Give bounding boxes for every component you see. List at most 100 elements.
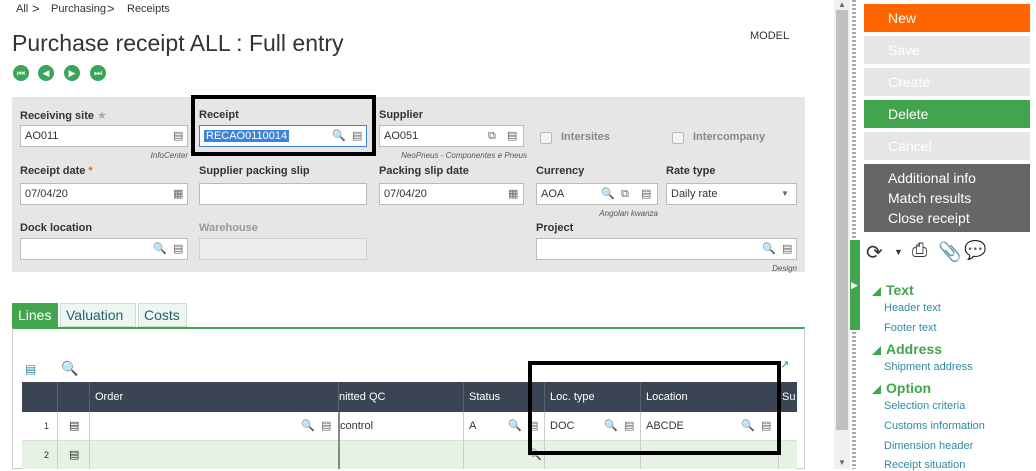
chevron-down-icon[interactable]: ▼ (894, 247, 903, 257)
tab-costs[interactable]: Costs (138, 303, 187, 327)
footer-text-link[interactable]: Footer text (884, 322, 937, 334)
breadcrumb-receipts[interactable]: Receipts (127, 3, 170, 15)
section-address[interactable]: Address (886, 341, 942, 357)
detail-icon[interactable]: ▤ (173, 242, 183, 256)
search-icon[interactable]: 🔍 (508, 412, 522, 441)
detail-icon[interactable]: ▤ (173, 129, 183, 143)
main-content: All > Purchasing > Receipts Purchase rec… (0, 0, 834, 469)
dock-location-field[interactable]: 🔍 ▤ (20, 238, 188, 260)
chevron-down-icon[interactable]: ▼ (781, 187, 789, 201)
expand-icon[interactable]: ↗ (780, 358, 789, 371)
breadcrumb-all[interactable]: All (16, 3, 28, 15)
receipt-situation-link[interactable]: Receipt situation (884, 459, 965, 471)
receipt-date-field[interactable]: 07/04/20 ▦ (20, 183, 188, 205)
search-icon[interactable]: 🔍 (741, 412, 755, 441)
status-cell[interactable]: 🔍 (463, 441, 544, 469)
section-option[interactable]: Option (886, 380, 931, 396)
dimension-header-link[interactable]: Dimension header (884, 440, 973, 452)
cancel-button[interactable]: Cancel (864, 132, 1030, 160)
qc-cell[interactable] (338, 441, 463, 469)
collapse-arrow-icon[interactable]: ▶ (851, 280, 858, 291)
calendar-icon[interactable]: ▦ (173, 187, 183, 201)
qc-cell[interactable]: control (338, 412, 463, 441)
search-icon[interactable]: 🔍 (762, 242, 776, 256)
delete-button[interactable]: Delete (864, 100, 1030, 128)
detail-icon[interactable]: ▤ (641, 187, 651, 201)
currency-field[interactable]: AOA 🔍 ⧉ ▤ (536, 183, 658, 205)
grid-header-status[interactable]: Status (463, 382, 544, 412)
search-icon[interactable]: 🔍 (601, 187, 615, 201)
new-button[interactable]: New (864, 4, 1030, 32)
row-detail-icon[interactable]: ▤ (57, 412, 89, 441)
su-cell[interactable] (778, 412, 797, 441)
search-icon[interactable]: 🔍 (528, 441, 542, 469)
shipment-address-link[interactable]: Shipment address (884, 361, 973, 373)
rate-type-select[interactable]: Daily rate ▼ (666, 183, 797, 205)
grid-search-icon[interactable]: 🔍 (61, 360, 78, 377)
receiving-site-field[interactable]: AO011 ▤ (20, 125, 188, 147)
match-results-link[interactable]: Match results (888, 190, 971, 206)
comment-icon[interactable]: 💬 (964, 240, 986, 261)
detail-icon[interactable]: ▤ (782, 242, 792, 256)
close-receipt-link[interactable]: Close receipt (888, 210, 970, 226)
detail-icon[interactable]: ▤ (507, 129, 517, 143)
order-cell[interactable] (89, 441, 338, 469)
location-cell[interactable] (640, 441, 778, 469)
tunnel-icon[interactable]: ⧉ (488, 129, 496, 143)
intercompany-checkbox[interactable] (672, 132, 684, 144)
calendar-icon[interactable]: ▦ (508, 187, 518, 201)
table-row[interactable]: 1 ▤ 🔍 ▤ control A 🔍 ▤ DOC 🔍 ▤ ABCDE 🔍 ▤ (22, 412, 797, 441)
detail-icon[interactable]: ▤ (761, 412, 771, 441)
previous-record-icon[interactable]: ◀ (38, 65, 54, 81)
detail-icon[interactable]: ▤ (321, 412, 331, 441)
grid-header-su[interactable]: Su (778, 382, 797, 412)
print-icon[interactable]: ⎙ (912, 240, 927, 262)
panel-divider[interactable] (852, 0, 856, 469)
order-cell[interactable]: 🔍 ▤ (89, 412, 338, 441)
intersites-checkbox[interactable] (540, 132, 552, 144)
search-icon[interactable]: 🔍 (332, 129, 346, 143)
row-detail-icon[interactable]: ▤ (57, 441, 89, 469)
tunnel-icon[interactable]: ⧉ (621, 187, 629, 201)
table-row[interactable]: 2 ▤ 🔍 (22, 441, 797, 469)
tab-valuation[interactable]: Valuation (60, 303, 136, 327)
project-field[interactable]: 🔍 ▤ (536, 238, 797, 260)
status-cell[interactable]: A 🔍 ▤ (463, 412, 544, 441)
create-button[interactable]: Create (864, 68, 1030, 96)
customs-information-link[interactable]: Customs information (884, 420, 985, 432)
search-icon[interactable]: 🔍 (153, 242, 167, 256)
grid-header-order[interactable]: Order (89, 382, 338, 412)
breadcrumb-purchasing[interactable]: Purchasing (51, 3, 106, 15)
tab-lines[interactable]: Lines (12, 303, 58, 327)
grid-detail-icon[interactable]: ▤ (25, 362, 36, 376)
detail-icon[interactable]: ▤ (624, 412, 634, 441)
grid-header-location[interactable]: Location (640, 382, 778, 412)
packing-slip-date-field[interactable]: 07/04/20 ▦ (379, 183, 524, 205)
search-icon[interactable]: 🔍 (301, 412, 315, 441)
supplier-packing-slip-field[interactable] (199, 183, 367, 205)
attachment-icon[interactable]: 📎 (938, 240, 962, 264)
scrollbar-thumb[interactable] (836, 10, 848, 430)
header-text-link[interactable]: Header text (884, 302, 941, 314)
receipt-field[interactable]: RECAO0110014 🔍 ▤ (199, 125, 367, 147)
additional-info-link[interactable]: Additional info (888, 170, 976, 186)
first-record-icon[interactable]: ⏮ (13, 65, 29, 81)
su-cell[interactable] (778, 441, 797, 469)
save-button[interactable]: Save (864, 36, 1030, 64)
supplier-field[interactable]: AO051 ⧉ ▤ (379, 125, 524, 147)
grid-header-loc-type[interactable]: Loc. type (544, 382, 640, 412)
selection-criteria-link[interactable]: Selection criteria (884, 400, 965, 412)
scroll-down-icon[interactable]: ▼ (838, 458, 846, 467)
loc-type-cell[interactable] (544, 441, 640, 469)
refresh-icon[interactable]: ⟳ (866, 240, 883, 265)
detail-icon[interactable]: ▤ (352, 129, 362, 143)
last-record-icon[interactable]: ⏭ (90, 65, 106, 81)
location-cell[interactable]: ABCDE 🔍 ▤ (640, 412, 778, 441)
loc-type-cell[interactable]: DOC 🔍 ▤ (544, 412, 640, 441)
scroll-up-icon[interactable]: ▲ (838, 0, 846, 9)
grid-header-qc[interactable]: nitted QC (338, 382, 463, 412)
search-icon[interactable]: 🔍 (604, 412, 618, 441)
detail-icon[interactable]: ▤ (528, 412, 538, 441)
next-record-icon[interactable]: ▶ (64, 65, 80, 81)
section-text[interactable]: Text (886, 282, 914, 298)
